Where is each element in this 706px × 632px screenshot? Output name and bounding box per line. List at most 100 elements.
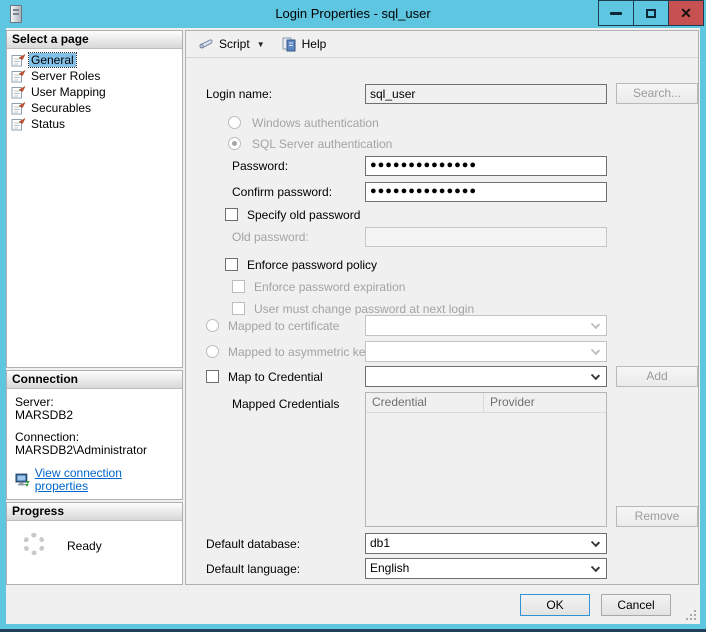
connection-value: MARSDB2\Administrator — [15, 444, 176, 457]
must-change-password-label: User must change password at next login — [254, 302, 474, 316]
mapped-asym-key-radio — [206, 345, 219, 358]
windows-auth-label: Windows authentication — [252, 116, 379, 130]
script-dropdown-icon[interactable]: ▼ — [257, 40, 265, 49]
mapped-credentials-table[interactable]: Credential Provider — [365, 392, 607, 527]
close-icon: ✕ — [680, 6, 692, 20]
help-button[interactable]: Help — [276, 34, 332, 54]
maximize-icon — [646, 9, 656, 18]
chevron-down-icon — [591, 538, 600, 547]
chevron-down-icon — [591, 346, 600, 355]
old-password-input — [365, 227, 607, 247]
main-panel: Script ▼ Help Login name: sql_user Searc… — [185, 30, 699, 585]
sql-auth-label: SQL Server authentication — [252, 137, 392, 151]
minimize-button[interactable] — [598, 0, 634, 26]
progress-spinner-icon — [23, 533, 45, 555]
confirm-password-label: Confirm password: — [232, 185, 332, 199]
sidebar: Select a page General Server Roles User … — [6, 30, 183, 585]
close-button[interactable]: ✕ — [668, 0, 704, 26]
sidebar-item-label: User Mapping — [29, 85, 108, 99]
windows-auth-radio[interactable] — [228, 116, 241, 129]
password-label: Password: — [232, 159, 288, 173]
progress-status: Ready — [67, 539, 102, 553]
default-database-label: Default database: — [206, 537, 300, 551]
enforce-policy-checkbox[interactable] — [225, 258, 238, 271]
old-password-label: Old password: — [232, 230, 309, 244]
sidebar-item-label: General — [29, 53, 76, 67]
dialog-body: Select a page General Server Roles User … — [6, 28, 700, 624]
chevron-down-icon — [591, 320, 600, 329]
minimize-icon — [610, 12, 622, 15]
view-connection-properties-link[interactable]: View connection properties — [35, 467, 176, 493]
login-name-input[interactable]: sql_user — [365, 84, 607, 104]
titlebar: Login Properties - sql_user ✕ — [0, 0, 706, 28]
mapped-certificate-label: Mapped to certificate — [228, 319, 339, 333]
server-value: MARSDB2 — [15, 409, 176, 422]
login-properties-dialog: Login Properties - sql_user ✕ Select a p… — [0, 0, 706, 632]
mapped-certificate-radio — [206, 319, 219, 332]
sidebar-item-status[interactable]: Status — [9, 116, 182, 132]
add-button: Add — [616, 366, 698, 387]
sidebar-item-label: Status — [29, 117, 67, 131]
specify-old-password-checkbox[interactable] — [225, 208, 238, 221]
page-tree: General Server Roles User Mapping Secura… — [7, 49, 182, 132]
sidebar-item-server-roles[interactable]: Server Roles — [9, 68, 182, 84]
search-button[interactable]: Search... — [616, 83, 698, 104]
script-icon — [198, 36, 214, 52]
page-icon — [11, 69, 26, 83]
sidebar-item-general[interactable]: General — [9, 52, 182, 68]
chevron-down-icon — [591, 371, 600, 380]
help-label: Help — [302, 37, 327, 51]
sql-auth-radio[interactable] — [228, 137, 241, 150]
connection-body: Server: MARSDB2 Connection: MARSDB2\Admi… — [7, 389, 182, 493]
general-page-form: Login name: sql_user Search... Windows a… — [186, 59, 698, 584]
map-credential-combo[interactable] — [365, 366, 607, 387]
mapped-asym-key-combo — [365, 341, 607, 362]
toolbar: Script ▼ Help — [186, 31, 698, 58]
confirm-password-input[interactable]: ●●●●●●●●●●●●●● — [365, 182, 607, 202]
map-credential-label: Map to Credential — [228, 370, 323, 384]
connection-panel: Connection Server: MARSDB2 Connection: M… — [6, 370, 183, 500]
page-icon — [11, 53, 26, 67]
default-language-value: English — [370, 561, 409, 575]
cancel-button[interactable]: Cancel — [601, 594, 671, 616]
script-label: Script — [219, 37, 250, 51]
specify-old-password-label: Specify old password — [247, 208, 360, 222]
password-input[interactable]: ●●●●●●●●●●●●●● — [365, 156, 607, 176]
connection-header: Connection — [7, 371, 182, 389]
default-language-combo[interactable]: English — [365, 558, 607, 579]
ok-button[interactable]: OK — [520, 594, 590, 616]
mapped-credentials-label: Mapped Credentials — [232, 397, 339, 411]
default-database-value: db1 — [370, 536, 390, 550]
sidebar-item-securables[interactable]: Securables — [9, 100, 182, 116]
table-header: Credential Provider — [366, 393, 606, 413]
remove-button: Remove — [616, 506, 698, 527]
page-icon — [11, 117, 26, 131]
mapped-certificate-combo — [365, 315, 607, 336]
script-button[interactable]: Script ▼ — [193, 34, 276, 54]
select-a-page-panel: Select a page General Server Roles User … — [6, 30, 183, 368]
select-a-page-header: Select a page — [7, 31, 182, 49]
login-name-label: Login name: — [206, 87, 272, 101]
connection-properties-icon — [15, 473, 31, 487]
column-header-provider: Provider — [484, 393, 535, 412]
progress-panel: Progress Ready — [6, 502, 183, 585]
mapped-asym-key-label: Mapped to asymmetric key — [228, 345, 371, 359]
page-icon — [11, 101, 26, 115]
help-icon — [281, 36, 297, 52]
window-controls: ✕ — [599, 0, 704, 26]
enforce-policy-label: Enforce password policy — [247, 258, 377, 272]
sidebar-item-label: Server Roles — [29, 69, 102, 83]
default-database-combo[interactable]: db1 — [365, 533, 607, 554]
map-credential-checkbox[interactable] — [206, 370, 219, 383]
must-change-password-checkbox — [232, 302, 245, 315]
enforce-expiration-label: Enforce password expiration — [254, 280, 405, 294]
resize-grip[interactable] — [694, 618, 696, 620]
sidebar-item-user-mapping[interactable]: User Mapping — [9, 84, 182, 100]
maximize-button[interactable] — [633, 0, 669, 26]
page-icon — [11, 85, 26, 99]
default-language-label: Default language: — [206, 562, 300, 576]
enforce-expiration-checkbox — [232, 280, 245, 293]
chevron-down-icon — [591, 563, 600, 572]
column-header-credential: Credential — [366, 393, 484, 412]
progress-header: Progress — [7, 503, 182, 521]
